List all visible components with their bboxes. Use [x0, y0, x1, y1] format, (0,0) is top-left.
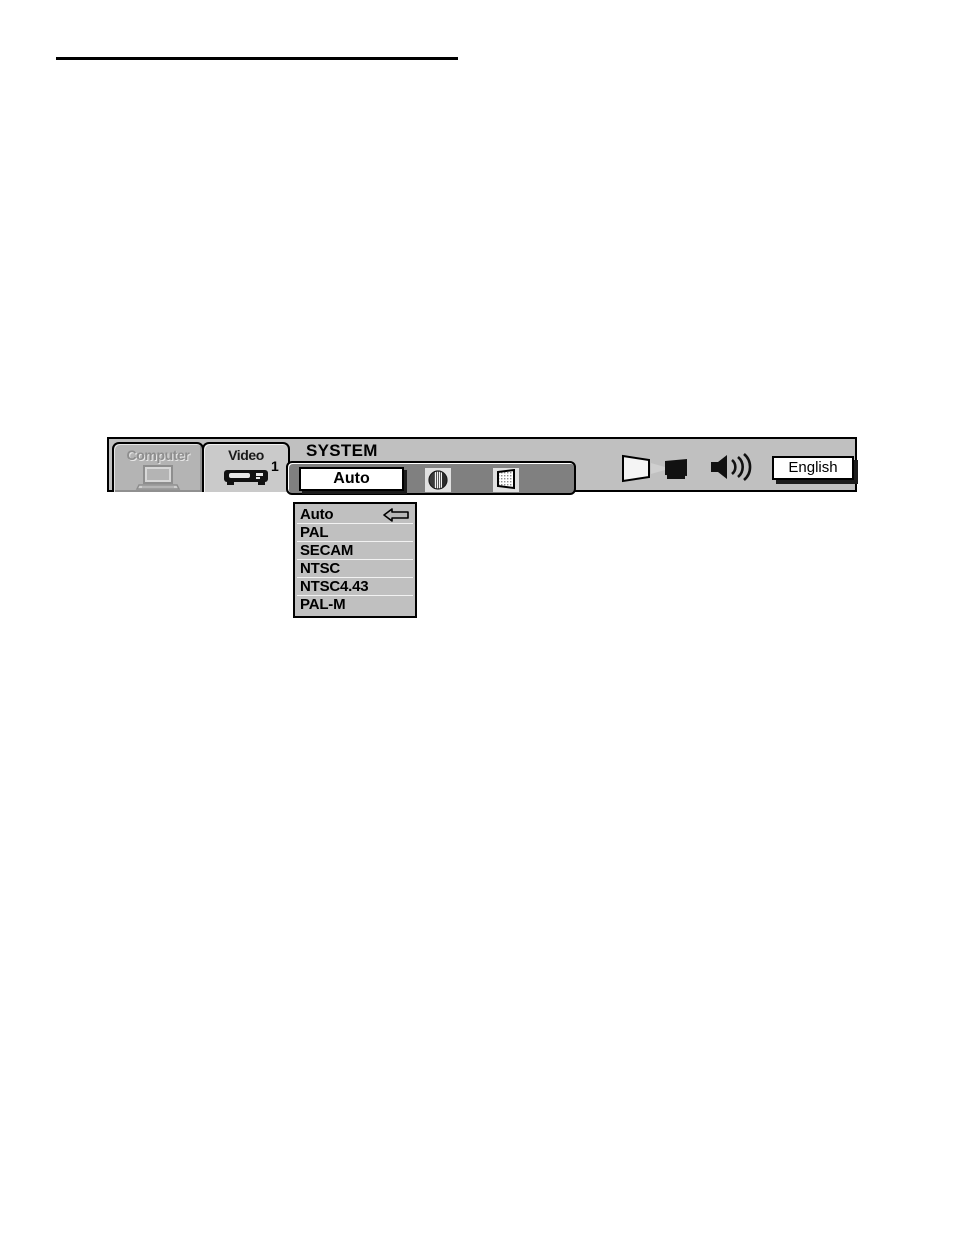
projector-screen-icon[interactable]	[621, 453, 691, 488]
system-dropdown-list[interactable]: Auto PAL SECAM NTSC NTSC4.43 PAL-M	[293, 502, 417, 618]
source-tab-computer-label: Computer	[126, 447, 190, 463]
dropdown-item-secam[interactable]: SECAM	[297, 542, 413, 560]
video-source-number: 1	[271, 458, 279, 474]
language-button-label: English	[788, 459, 838, 476]
dropdown-item-label: PAL	[300, 524, 329, 541]
image-adjust-icon[interactable]	[425, 468, 451, 492]
dropdown-item-label: NTSC4.43	[300, 578, 369, 595]
dropdown-item-ntsc[interactable]: NTSC	[297, 560, 413, 578]
dropdown-item-pal-m[interactable]: PAL-M	[297, 596, 413, 614]
dropdown-item-label: PAL-M	[300, 596, 346, 613]
dropdown-item-ntsc443[interactable]: NTSC4.43	[297, 578, 413, 596]
osd-menu-bar: Computer Video 1 SYSTEM Auto English	[107, 437, 857, 495]
dropdown-item-label: SECAM	[300, 542, 354, 559]
system-selected-value-text: Auto	[333, 470, 370, 487]
sound-volume-icon[interactable]	[709, 452, 761, 487]
dropdown-item-auto[interactable]: Auto	[297, 506, 413, 524]
dropdown-item-pal[interactable]: PAL	[297, 524, 413, 542]
system-group-panel: Auto	[286, 461, 576, 495]
screen-keystone-icon[interactable]	[493, 468, 519, 492]
laptop-icon	[114, 465, 202, 496]
dropdown-item-label: Auto	[300, 506, 334, 523]
system-group-title: SYSTEM	[306, 441, 378, 460]
system-selected-value-box[interactable]: Auto	[299, 467, 404, 491]
language-button[interactable]: English	[772, 456, 854, 480]
header-divider-rule	[56, 57, 458, 60]
source-tab-computer[interactable]: Computer	[112, 442, 204, 492]
dropdown-item-label: NTSC	[300, 560, 341, 577]
